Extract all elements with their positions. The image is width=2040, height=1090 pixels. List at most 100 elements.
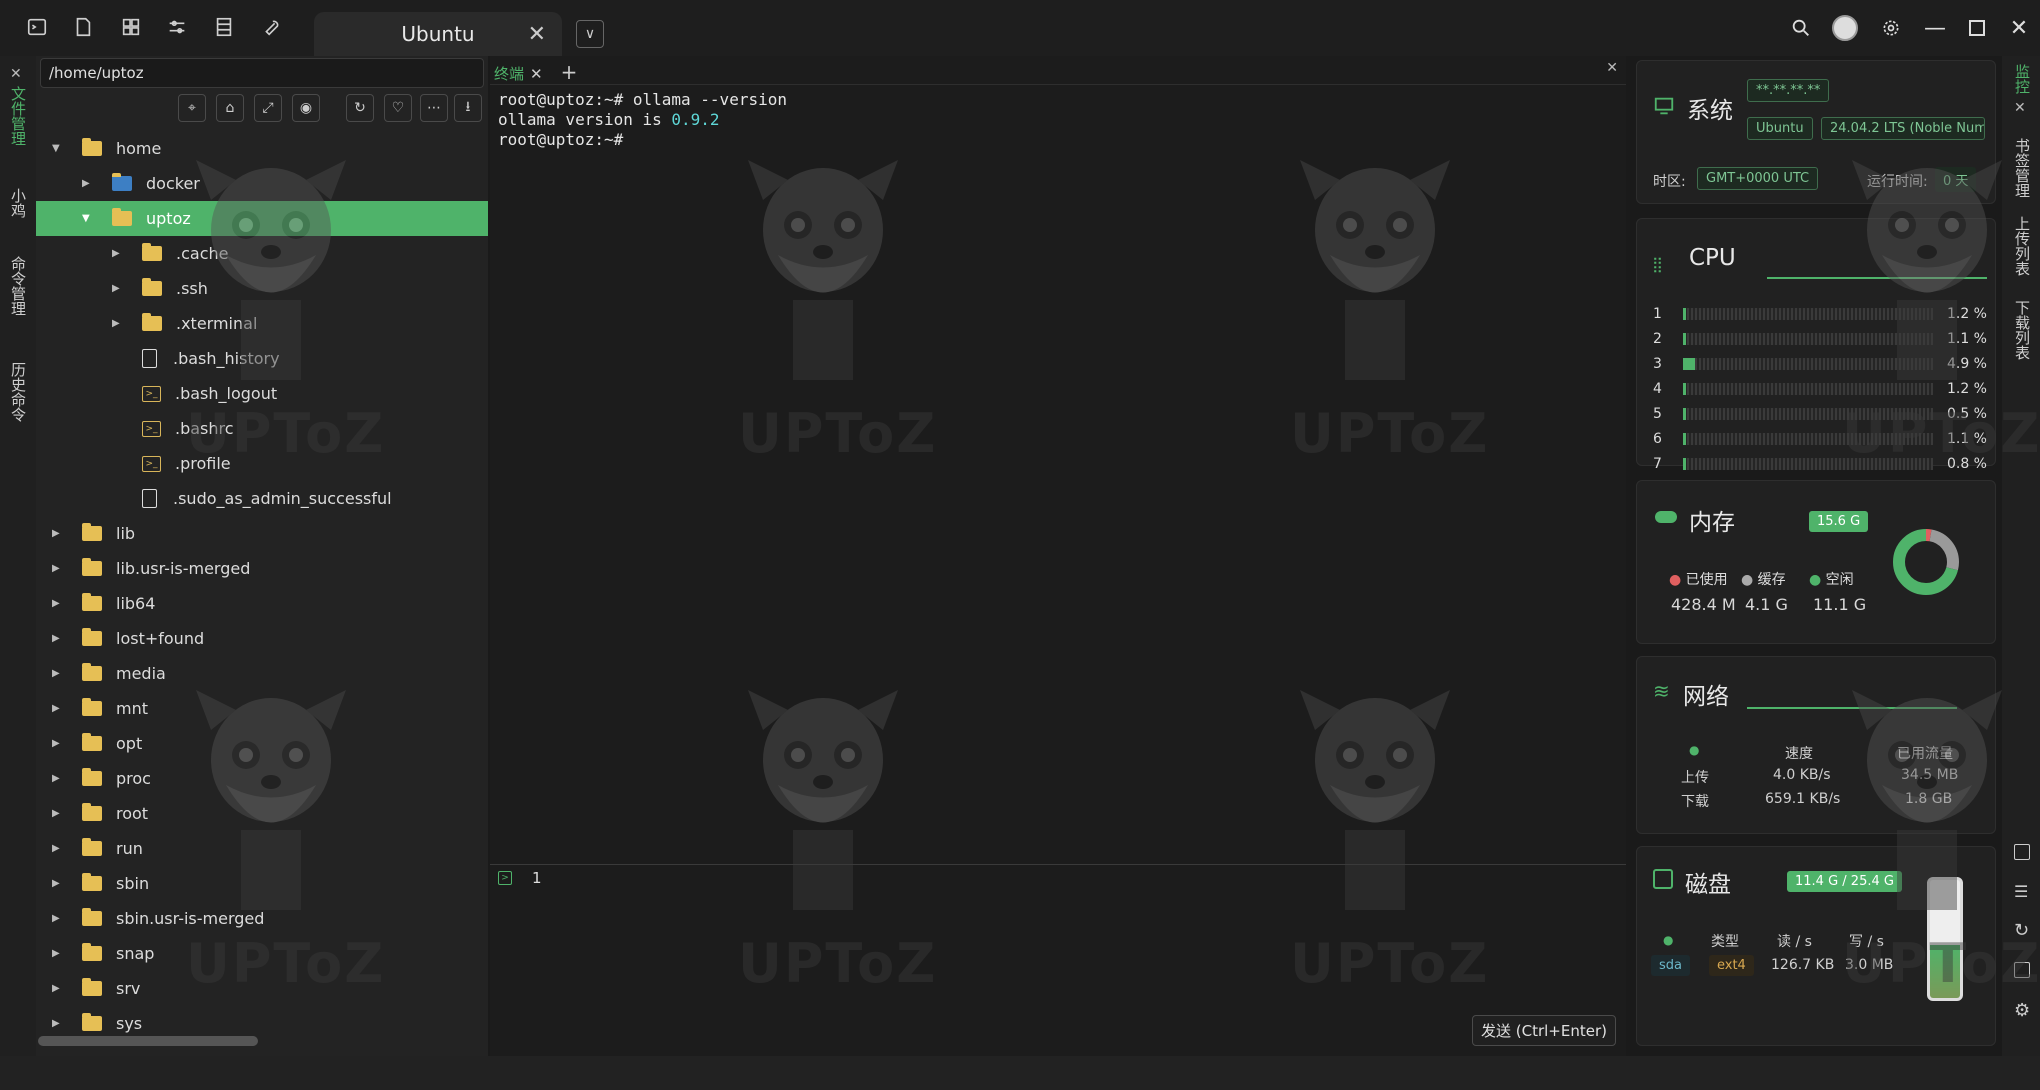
rail-history[interactable]: 历史命令: [8, 362, 29, 422]
file-icon: [142, 349, 157, 368]
chevron-right-icon[interactable]: ▶: [52, 773, 64, 784]
rail-monitor[interactable]: 监控: [2012, 64, 2033, 94]
path-input[interactable]: /home/uptoz: [40, 58, 484, 88]
folder-icon: [82, 698, 102, 716]
close-icon[interactable]: ✕: [2014, 100, 2026, 116]
chevron-right-icon[interactable]: ▶: [52, 843, 64, 854]
tree-item[interactable]: ▶ lib: [36, 516, 488, 551]
expand-icon[interactable]: ⤢: [254, 94, 282, 122]
folder-icon: [82, 558, 102, 576]
status-bar: [0, 1056, 2040, 1090]
cpu-core-fill: [1683, 457, 1686, 470]
minimize-button[interactable]: —: [1920, 14, 1950, 42]
system-title: 系统: [1687, 98, 1733, 124]
heart-icon[interactable]: ♡: [384, 94, 412, 122]
terminal-icon[interactable]: [24, 14, 50, 40]
chevron-down-icon[interactable]: ▼: [82, 213, 94, 224]
version-badge: 24.04.2 LTS (Noble Numb: [1821, 117, 1985, 140]
file-icon[interactable]: [70, 14, 96, 40]
folder-icon: [142, 313, 162, 331]
refresh-icon[interactable]: ↻: [346, 94, 374, 122]
chevron-right-icon[interactable]: ▶: [52, 598, 64, 609]
cpu-icon: ⦙⦙: [1653, 253, 1662, 277]
gear-icon[interactable]: [1876, 14, 1906, 42]
rail-command-manager[interactable]: 命令管理: [8, 256, 29, 316]
rail-bookmarks[interactable]: 书签管理: [2012, 138, 2033, 198]
search-icon[interactable]: [1786, 14, 1816, 42]
list-icon[interactable]: ☰: [2014, 882, 2028, 901]
terminal-icon[interactable]: [2014, 844, 2030, 860]
chevron-right-icon[interactable]: ▶: [112, 283, 124, 294]
status-dot: ●: [1689, 743, 1700, 757]
more-icon[interactable]: ⋯: [420, 94, 448, 122]
cpu-title: CPU: [1689, 245, 1736, 271]
eye-icon[interactable]: ◉: [292, 94, 320, 122]
gear-icon[interactable]: ⚙: [2014, 1000, 2030, 1021]
folder-icon: [82, 838, 102, 856]
close-icon[interactable]: ✕: [530, 65, 543, 83]
rail-file-manager[interactable]: 文件管理: [8, 86, 29, 146]
chevron-right-icon[interactable]: ▶: [82, 178, 94, 189]
cpu-core-fill: [1683, 332, 1686, 345]
folder-icon: [82, 593, 102, 611]
horizontal-scrollbar[interactable]: [38, 1036, 258, 1046]
chevron-right-icon[interactable]: ▶: [52, 563, 64, 574]
tree-item-label: proc: [116, 769, 151, 788]
memory-card: 内存 15.6 G ● 已使用 ● 缓存 ● 空闲 428.4 M 4.1 G …: [1636, 480, 1996, 644]
chevron-right-icon[interactable]: ▶: [112, 248, 124, 259]
sliders-icon[interactable]: [164, 14, 190, 40]
tree-item[interactable]: .sudo_as_admin_successful: [36, 481, 488, 516]
add-tab-icon[interactable]: +: [561, 60, 578, 84]
tab-terminal[interactable]: 终端 ✕ +: [494, 60, 577, 84]
line-number: 1: [532, 869, 542, 887]
tree-item-label: home: [116, 139, 162, 158]
close-icon[interactable]: ✕: [1606, 60, 1618, 76]
avatar[interactable]: [1830, 14, 1860, 42]
ip-badge[interactable]: **.**.**.**: [1747, 79, 1830, 102]
terminal-icon: >: [498, 871, 512, 885]
cpu-core-fill: [1683, 407, 1686, 420]
file-icon: [142, 489, 157, 508]
window-close-button[interactable]: ✕: [2004, 14, 2034, 42]
chevron-right-icon[interactable]: ▶: [52, 913, 64, 924]
folder-icon: [82, 978, 102, 996]
maximize-button[interactable]: [1962, 14, 1992, 42]
chevron-right-icon[interactable]: ▶: [52, 808, 64, 819]
tree-item[interactable]: ▶ lib64: [36, 586, 488, 621]
chevron-right-icon[interactable]: ▶: [52, 878, 64, 889]
folder-icon: [112, 208, 132, 226]
memory-donut-chart: [1893, 529, 1959, 595]
chevron-right-icon[interactable]: ▶: [52, 668, 64, 679]
tree-item[interactable]: ▶ lib.usr-is-merged: [36, 551, 488, 586]
rail-upload-list[interactable]: 上传列表: [2012, 216, 2033, 276]
chevron-right-icon[interactable]: ▶: [112, 318, 124, 329]
close-icon[interactable]: ✕: [528, 22, 546, 47]
tree-item-label: mnt: [116, 699, 148, 718]
rail-vps[interactable]: 小鸡: [8, 188, 29, 218]
mem-cache-legend: ● 缓存: [1741, 572, 1786, 588]
send-button[interactable]: 发送 (Ctrl+Enter): [1472, 1015, 1616, 1046]
tab-ubuntu[interactable]: Ubuntu ✕: [314, 12, 562, 56]
tab-dropdown-button[interactable]: ∨: [576, 20, 604, 48]
list-icon[interactable]: [211, 14, 237, 40]
rail-download-list[interactable]: 下载列表: [2012, 300, 2033, 360]
chevron-right-icon[interactable]: ▶: [52, 633, 64, 644]
chevron-down-icon[interactable]: ▼: [52, 143, 64, 154]
chevron-right-icon[interactable]: ▶: [52, 703, 64, 714]
locate-icon[interactable]: ⌖: [178, 94, 206, 122]
mem-used-label: 已使用: [1685, 572, 1728, 588]
tree-item[interactable]: ▶ lost+found: [36, 621, 488, 656]
chevron-right-icon[interactable]: ▶: [52, 528, 64, 539]
chevron-right-icon[interactable]: ▶: [52, 1018, 64, 1029]
network-title: 网络: [1683, 684, 1729, 710]
watermark-text: UPToZ: [186, 402, 386, 465]
upload-icon[interactable]: ⭳: [454, 94, 482, 122]
close-icon[interactable]: ✕: [10, 66, 22, 82]
wrench-icon[interactable]: [258, 14, 284, 40]
chevron-right-icon[interactable]: ▶: [52, 948, 64, 959]
chevron-right-icon[interactable]: ▶: [52, 983, 64, 994]
grid-icon[interactable]: [118, 14, 144, 40]
cpu-core-id: 4: [1653, 380, 1662, 397]
home-icon[interactable]: ⌂: [216, 94, 244, 122]
chevron-right-icon[interactable]: ▶: [52, 738, 64, 749]
